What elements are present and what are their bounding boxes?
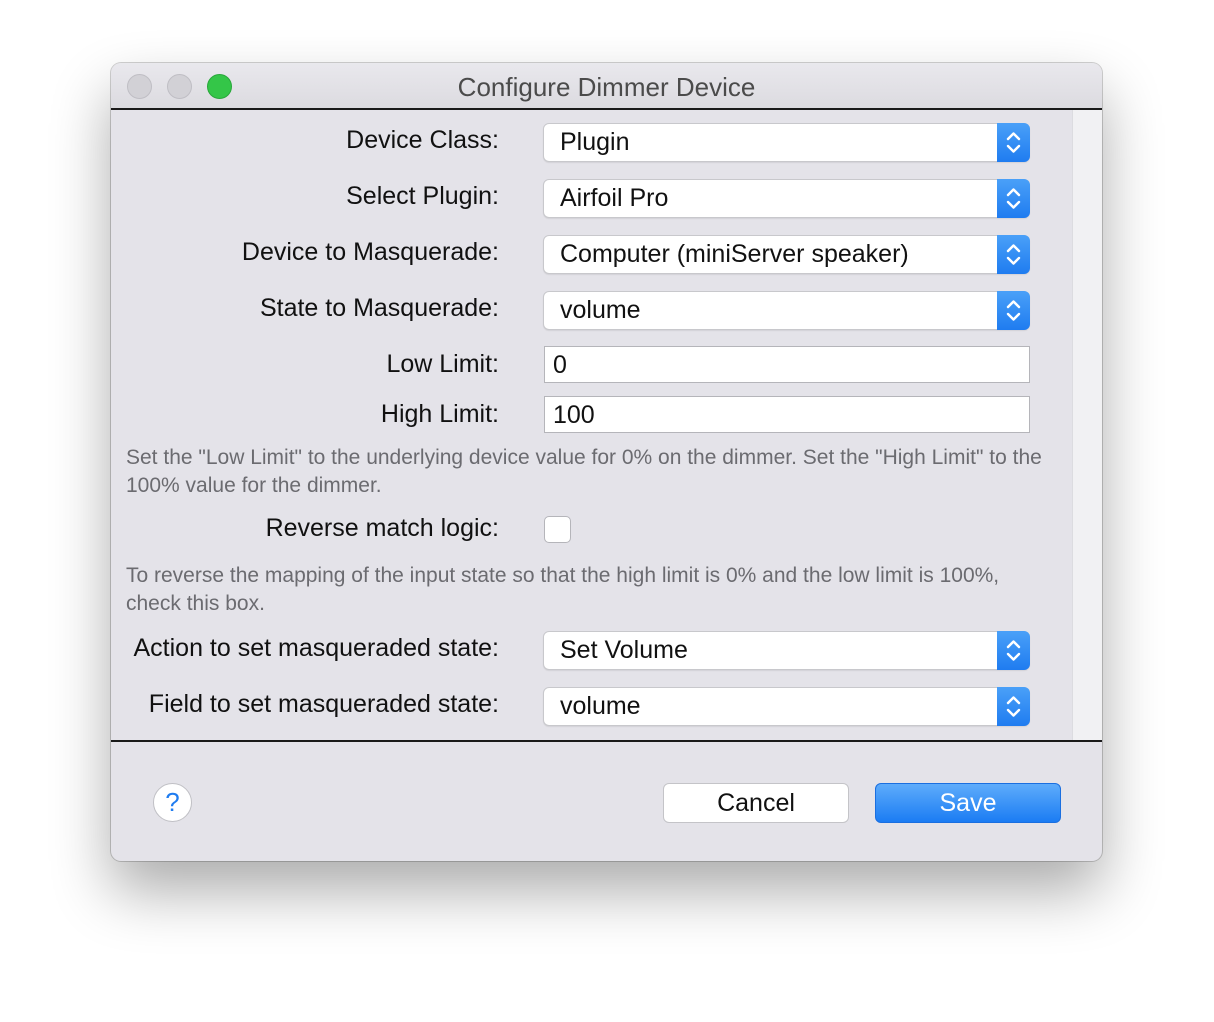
device-to-masquerade-popup[interactable]: Computer (miniServer speaker) [543, 235, 1030, 274]
low-limit-label: Low Limit: [386, 350, 499, 378]
high-limit-label: High Limit: [380, 400, 499, 428]
select-plugin-popup[interactable]: Airfoil Pro [543, 179, 1030, 218]
field-to-set-popup[interactable]: volume [543, 687, 1030, 726]
field-to-set-label: Field to set masqueraded state: [148, 690, 499, 718]
cancel-button[interactable]: Cancel [663, 783, 849, 823]
form-content: Device Class: Plugin Select Plugin: Airf… [111, 110, 1072, 740]
scrollbar-track[interactable] [1072, 110, 1102, 740]
action-to-set-label: Action to set masqueraded state: [133, 634, 500, 662]
reverse-match-logic-label: Reverse match logic: [265, 514, 499, 542]
reverse-match-logic-checkbox[interactable] [544, 516, 571, 543]
device-class-popup[interactable]: Plugin [543, 123, 1030, 162]
action-to-set-value: Set Volume [560, 636, 688, 664]
up-down-chevron-icon [997, 631, 1030, 670]
low-limit-field[interactable]: 0 [544, 346, 1030, 383]
up-down-chevron-icon [997, 291, 1030, 330]
up-down-chevron-icon [997, 179, 1030, 218]
up-down-chevron-icon [997, 687, 1030, 726]
window-title: Configure Dimmer Device [457, 72, 756, 102]
select-plugin-label: Select Plugin: [346, 182, 499, 210]
state-to-masquerade-value: volume [560, 296, 641, 324]
reverse-help-text: To reverse the mapping of the input stat… [126, 564, 1000, 615]
state-to-masquerade-label: State to Masquerade: [259, 294, 499, 322]
low-limit-value: 0 [553, 351, 567, 379]
device-class-value: Plugin [560, 128, 630, 156]
device-to-masquerade-label: Device to Masquerade: [241, 238, 499, 266]
state-to-masquerade-popup[interactable]: volume [543, 291, 1030, 330]
footer-divider [111, 740, 1102, 742]
high-limit-field[interactable]: 100 [544, 396, 1030, 433]
up-down-chevron-icon [997, 123, 1030, 162]
limits-help-text: Set the "Low Limit" to the underlying de… [126, 446, 1042, 497]
device-class-label: Device Class: [346, 126, 499, 154]
title-bar: Configure Dimmer Device [111, 63, 1102, 110]
configure-dimmer-window: Configure Dimmer Device Device Class: Pl… [111, 63, 1102, 861]
high-limit-value: 100 [553, 401, 595, 429]
action-to-set-popup[interactable]: Set Volume [543, 631, 1030, 670]
save-button[interactable]: Save [875, 783, 1061, 823]
help-button[interactable]: ? [153, 783, 192, 822]
select-plugin-value: Airfoil Pro [560, 184, 669, 212]
device-to-masquerade-value: Computer (miniServer speaker) [560, 240, 909, 268]
up-down-chevron-icon [997, 235, 1030, 274]
field-to-set-value: volume [560, 692, 641, 720]
